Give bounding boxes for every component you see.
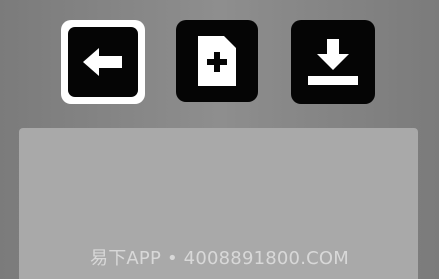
toolbar bbox=[0, 0, 439, 120]
download-icon bbox=[308, 39, 358, 85]
file-plus-icon bbox=[198, 36, 236, 86]
back-button-inner bbox=[68, 27, 138, 97]
watermark-text: 易下APP • 4008891800.COM bbox=[90, 248, 349, 269]
download-button[interactable] bbox=[291, 20, 375, 104]
back-button[interactable] bbox=[61, 20, 145, 104]
arrow-left-icon bbox=[81, 45, 125, 79]
new-document-button[interactable] bbox=[176, 20, 258, 102]
